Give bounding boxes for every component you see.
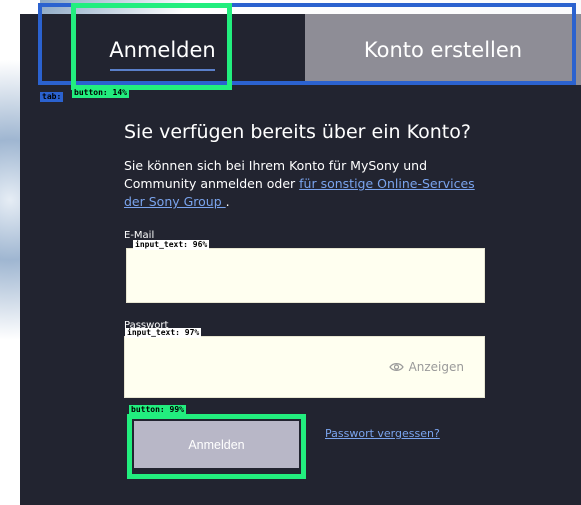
login-submit-button[interactable]: Anmelden xyxy=(134,421,299,468)
show-password-toggle[interactable]: Anzeigen xyxy=(388,360,464,374)
intro-text: Sie können sich bei Ihrem Konto für MySo… xyxy=(124,157,494,211)
tab-create-account-label: Konto erstellen xyxy=(363,37,523,62)
tab-login-label: Anmelden xyxy=(109,37,216,62)
forgot-password-link[interactable]: Passwort vergessen? xyxy=(325,427,440,440)
intro-text-end: . xyxy=(225,194,230,209)
tab-create-account[interactable]: Konto erstellen xyxy=(305,14,581,85)
eye-icon xyxy=(388,363,404,371)
password-detection-label: input_text: 97% xyxy=(125,328,202,338)
show-password-label: Anzeigen xyxy=(408,360,464,374)
submit-detection-label: button: 99% xyxy=(129,405,186,415)
email-field[interactable] xyxy=(126,248,485,303)
password-field[interactable]: Anzeigen xyxy=(124,336,485,398)
email-detection-label: input_text: 96% xyxy=(133,240,210,250)
page-title: Sie verfügen bereits über ein Konto? xyxy=(124,121,471,143)
login-submit-label: Anmelden xyxy=(188,437,245,452)
tab-login[interactable]: Anmelden xyxy=(20,14,305,85)
active-tab-indicator xyxy=(110,69,215,71)
tab-button-detection-label: button: 14% xyxy=(72,88,129,98)
tab-detection-label: tab: xyxy=(40,92,64,102)
